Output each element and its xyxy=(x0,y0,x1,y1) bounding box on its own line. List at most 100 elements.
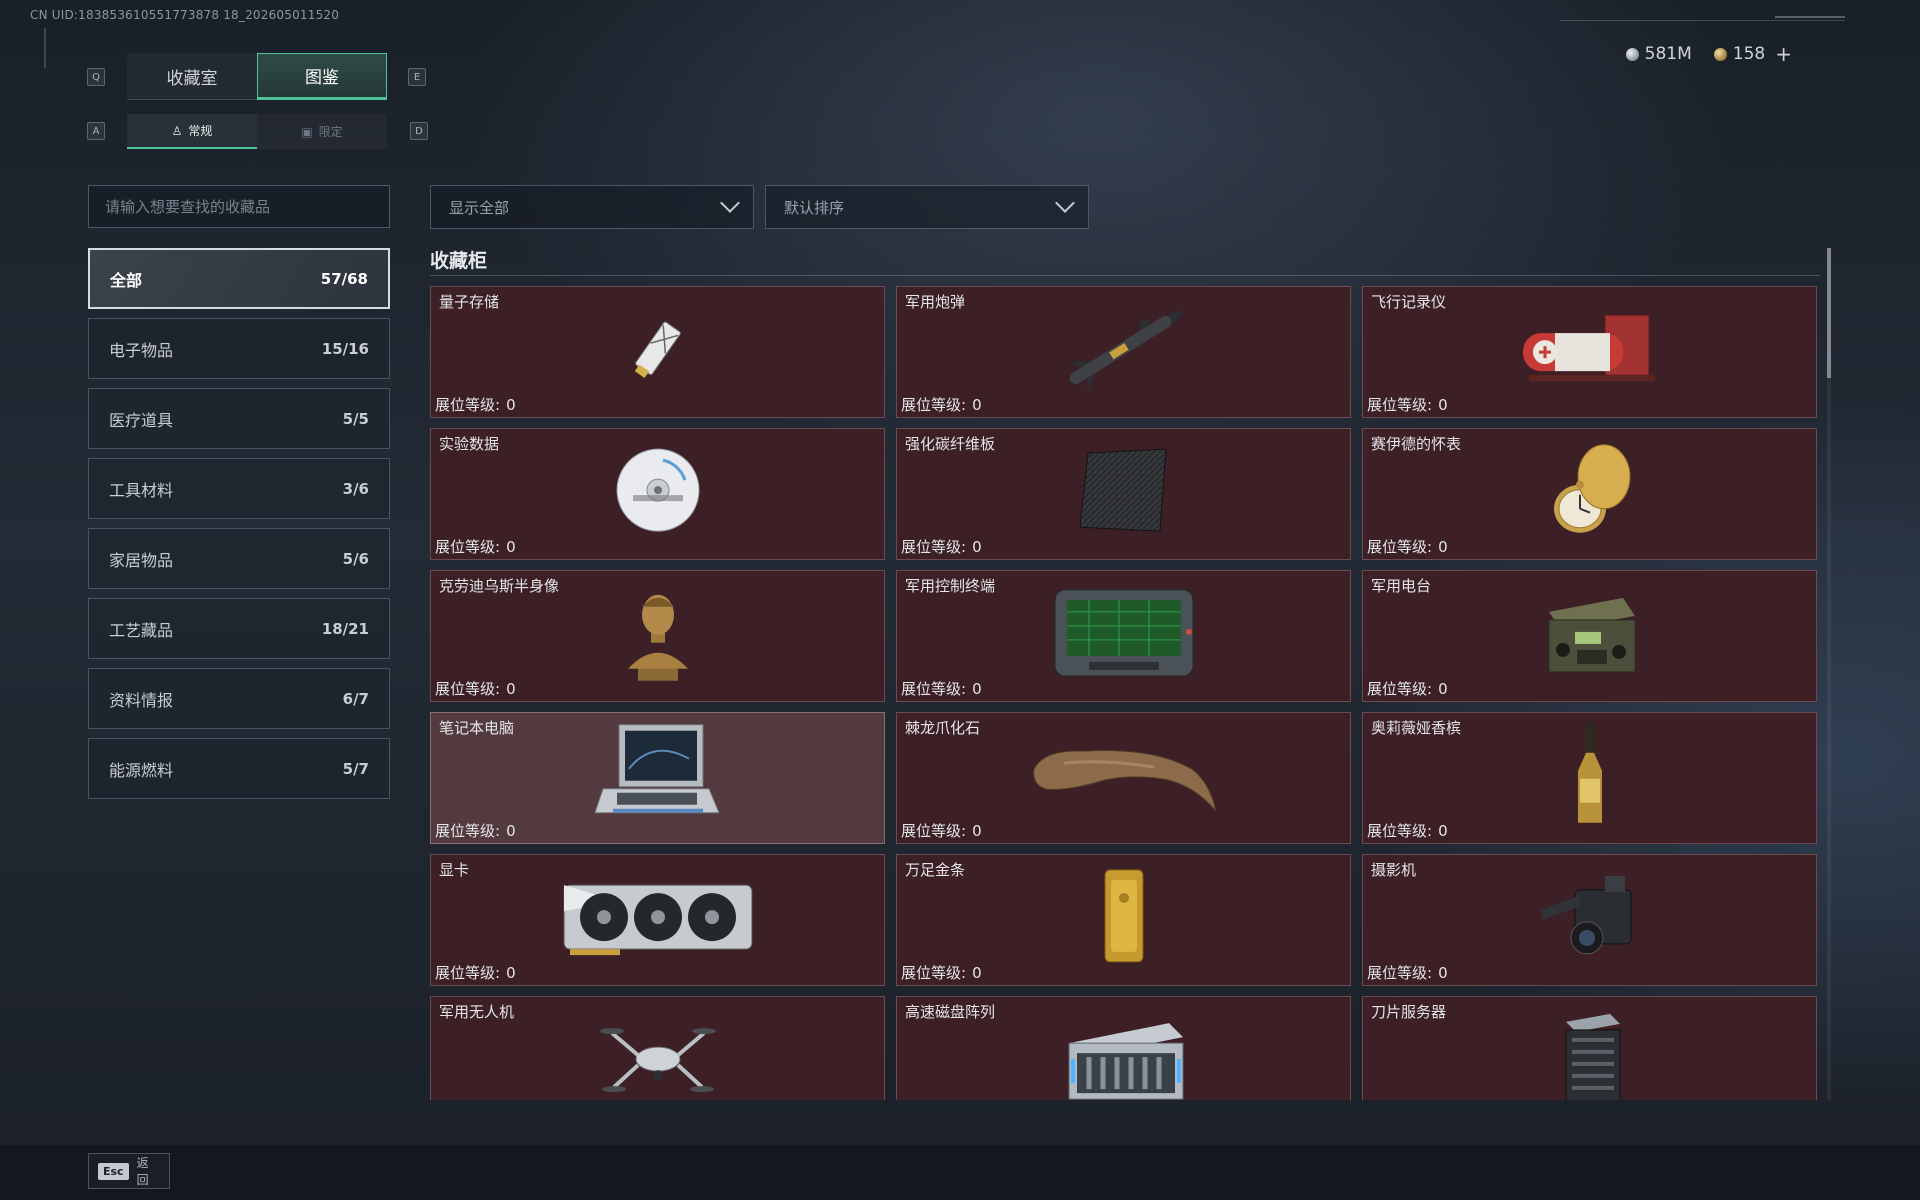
silver-amount: 581M xyxy=(1644,44,1692,64)
collection-item-card[interactable]: 摄影机 展位等级: 0 xyxy=(1362,854,1817,986)
category-intel[interactable]: 资料情报 6/7 xyxy=(88,668,390,729)
level-value: 0 xyxy=(506,396,516,414)
item-level: 展位等级: 0 xyxy=(1367,962,1448,983)
category-name: 全部 xyxy=(110,270,143,290)
collection-item-card[interactable]: 强化碳纤维板 展位等级: 0 xyxy=(896,428,1351,560)
collection-item-card[interactable]: 军用控制终端 展位等级: 0 xyxy=(896,570,1351,702)
top-divider xyxy=(1560,20,1845,21)
disc-icon xyxy=(613,445,703,539)
tab-collection-room[interactable]: 收藏室 xyxy=(127,53,257,100)
pocket-watch-icon xyxy=(1540,435,1640,549)
display-filter-dropdown[interactable]: 显示全部 xyxy=(430,185,754,229)
collection-grid: 量子存储 展位等级: 0 军用炮弹 展位等级: 0 飞行记录仪 展位等级: 0 实验数据 展位等级:… xyxy=(430,286,1820,1100)
item-level: 展位等级: 0 xyxy=(1367,678,1448,699)
scroll-thumb[interactable] xyxy=(1827,248,1831,378)
level-label: 展位等级: xyxy=(1367,964,1433,982)
item-level: 展位等级: 0 xyxy=(901,536,982,557)
item-level: 展位等级: 0 xyxy=(435,394,516,415)
collection-item-card[interactable]: 棘龙爪化石 展位等级: 0 xyxy=(896,712,1351,844)
sub-tab-regular[interactable]: ♙ 常规 xyxy=(127,114,257,149)
add-currency-button[interactable]: + xyxy=(1775,42,1792,66)
level-value: 0 xyxy=(972,396,982,414)
level-label: 展位等级: xyxy=(901,822,967,840)
category-count: 3/6 xyxy=(342,479,369,498)
collection-item-card[interactable]: 克劳迪乌斯半身像 展位等级: 0 xyxy=(430,570,885,702)
tab-catalog[interactable]: 图鉴 xyxy=(257,53,387,100)
main-tabs: 收藏室 图鉴 xyxy=(127,53,387,100)
category-count: 5/5 xyxy=(342,409,369,428)
collection-item-card[interactable]: 高速磁盘阵列 xyxy=(896,996,1351,1100)
category-name: 电子物品 xyxy=(109,340,174,360)
laptop-icon xyxy=(593,719,723,833)
item-name: 克劳迪乌斯半身像 xyxy=(439,577,560,595)
item-name: 万足金条 xyxy=(905,861,966,879)
bust-icon xyxy=(618,577,698,691)
graphics-card-icon xyxy=(558,871,758,965)
gold-bar-icon xyxy=(1099,866,1149,970)
category-count: 5/6 xyxy=(342,549,369,568)
sub-tabs: ♙ 常规 ▣ 限定 xyxy=(127,114,387,149)
level-value: 0 xyxy=(972,822,982,840)
grid-scrollbar[interactable] xyxy=(1827,248,1831,1100)
search-input[interactable] xyxy=(89,186,389,227)
collection-item-card[interactable]: 飞行记录仪 展位等级: 0 xyxy=(1362,286,1817,418)
item-name: 量子存储 xyxy=(439,293,500,311)
level-label: 展位等级: xyxy=(1367,538,1433,556)
quantum-storage-icon xyxy=(618,308,698,392)
section-title: 收藏柜 xyxy=(430,250,488,272)
key-hint-a: A xyxy=(87,122,105,140)
category-household[interactable]: 家居物品 5/6 xyxy=(88,528,390,589)
collection-item-card[interactable]: 军用炮弹 展位等级: 0 xyxy=(896,286,1351,418)
sub-tab-limited[interactable]: ▣ 限定 xyxy=(257,114,387,149)
key-hint-e: E xyxy=(408,68,426,86)
category-electronics[interactable]: 电子物品 15/16 xyxy=(88,318,390,379)
category-crafts[interactable]: 工艺藏品 18/21 xyxy=(88,598,390,659)
missile-icon xyxy=(1049,298,1199,402)
level-label: 展位等级: xyxy=(901,538,967,556)
level-value: 0 xyxy=(972,538,982,556)
category-medical[interactable]: 医疗道具 5/5 xyxy=(88,388,390,449)
category-count: 15/16 xyxy=(321,339,369,358)
collection-item-card[interactable]: 刀片服务器 xyxy=(1362,996,1817,1100)
level-value: 0 xyxy=(1438,964,1448,982)
item-name: 赛伊德的怀表 xyxy=(1371,435,1462,453)
user-uid: CN UID:183853610551773878 18_20260501152… xyxy=(30,8,340,22)
control-terminal-icon xyxy=(1049,582,1199,686)
category-all[interactable]: 全部 57/68 xyxy=(88,248,390,309)
gold-amount: 158 xyxy=(1732,44,1766,64)
sort-dropdown[interactable]: 默认排序 xyxy=(765,185,1089,229)
radio-icon xyxy=(1535,582,1645,686)
category-name: 工艺藏品 xyxy=(109,620,174,640)
collection-item-card[interactable]: 笔记本电脑 展位等级: 0 xyxy=(430,712,885,844)
category-count: 5/7 xyxy=(342,759,369,778)
level-value: 0 xyxy=(1438,680,1448,698)
collection-item-card[interactable]: 军用无人机 xyxy=(430,996,885,1100)
item-name: 军用无人机 xyxy=(439,1003,515,1021)
collection-item-card[interactable]: 奥莉薇娅香槟 展位等级: 0 xyxy=(1362,712,1817,844)
corner-decoration xyxy=(44,28,46,68)
category-count: 6/7 xyxy=(342,689,369,708)
collection-item-card[interactable]: 显卡 展位等级: 0 xyxy=(430,854,885,986)
carbon-plate-icon xyxy=(1074,445,1174,539)
back-button[interactable]: Esc 返回 xyxy=(88,1153,170,1189)
category-count: 18/21 xyxy=(321,619,369,638)
category-count: 57/68 xyxy=(320,269,368,288)
collection-item-card[interactable]: 军用电台 展位等级: 0 xyxy=(1362,570,1817,702)
collection-item-card[interactable]: 量子存储展位等级: 0 xyxy=(430,286,885,418)
item-name: 显卡 xyxy=(439,861,470,879)
item-level: 展位等级: 0 xyxy=(901,962,982,983)
item-name: 刀片服务器 xyxy=(1371,1003,1447,1021)
level-value: 0 xyxy=(506,822,516,840)
gold-coin-icon xyxy=(1713,47,1727,61)
collection-item-card[interactable]: 实验数据 展位等级: 0 xyxy=(430,428,885,560)
flight-recorder-icon xyxy=(1515,303,1665,397)
collection-item-card[interactable]: 万足金条展位等级: 0 xyxy=(896,854,1351,986)
category-tools[interactable]: 工具材料 3/6 xyxy=(88,458,390,519)
search-box xyxy=(88,185,390,228)
level-value: 0 xyxy=(1438,396,1448,414)
category-energy[interactable]: 能源燃料 5/7 xyxy=(88,738,390,799)
level-value: 0 xyxy=(506,964,516,982)
item-level: 展位等级: 0 xyxy=(901,820,982,841)
collection-item-card[interactable]: 赛伊德的怀表 展位等级: 0 xyxy=(1362,428,1817,560)
category-name: 家居物品 xyxy=(109,550,174,570)
